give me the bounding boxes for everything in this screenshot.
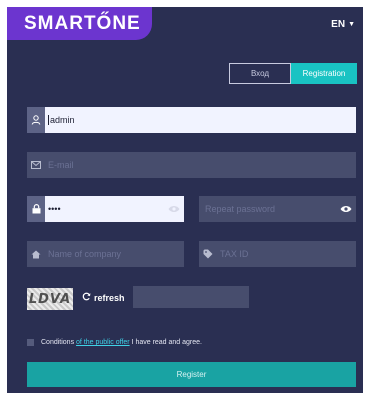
- captcha-refresh-button[interactable]: refresh: [82, 292, 125, 303]
- password-value: ••••: [48, 204, 61, 214]
- logo-container: SMARTŐNE: [7, 7, 152, 40]
- show-repeat-password-icon[interactable]: [336, 196, 356, 222]
- tax-id-placeholder: TAX ID: [220, 249, 249, 259]
- terms-checkbox[interactable]: [27, 339, 34, 346]
- home-icon: [27, 241, 45, 267]
- show-password-icon[interactable]: [164, 196, 184, 222]
- mail-icon: [27, 152, 45, 178]
- company-placeholder: Name of company: [48, 249, 122, 259]
- username-field[interactable]: admin: [27, 107, 356, 133]
- tax-id-field[interactable]: TAX ID: [199, 241, 356, 267]
- tag-icon: [199, 241, 217, 267]
- text-cursor: [48, 115, 49, 126]
- terms-prefix: Conditions: [41, 339, 77, 346]
- email-field[interactable]: E-mail: [27, 152, 356, 178]
- chevron-down-icon: ▼: [348, 21, 355, 28]
- email-placeholder: E-mail: [48, 160, 74, 170]
- captcha-input[interactable]: [133, 286, 249, 308]
- captcha-image: LDVA: [27, 288, 73, 310]
- lock-icon: [27, 196, 45, 222]
- language-selector[interactable]: EN ▼: [331, 19, 355, 30]
- tab-login[interactable]: Вход: [229, 63, 291, 84]
- password-field[interactable]: ••••: [27, 196, 184, 222]
- language-label: EN: [331, 19, 346, 30]
- registration-panel: SMARTŐNE EN ▼ Вход Registration admin E-…: [7, 7, 363, 393]
- refresh-icon: [82, 292, 91, 303]
- terms-text: Conditions of the public offer I have re…: [41, 339, 202, 346]
- terms-suffix: I have read and agree.: [129, 339, 202, 346]
- captcha-code: LDVA: [28, 291, 72, 307]
- logo: SMARTŐNE: [24, 13, 141, 34]
- register-button[interactable]: Register: [27, 362, 356, 387]
- user-icon: [27, 107, 45, 133]
- public-offer-link[interactable]: of the public offer: [76, 339, 130, 346]
- username-value: admin: [50, 114, 75, 125]
- company-field[interactable]: Name of company: [27, 241, 184, 267]
- refresh-label: refresh: [94, 292, 125, 303]
- tab-registration[interactable]: Registration: [291, 63, 357, 84]
- terms-row: Conditions of the public offer I have re…: [27, 339, 202, 346]
- repeat-password-field[interactable]: Repeat password: [199, 196, 356, 222]
- repeat-password-placeholder: Repeat password: [205, 204, 276, 214]
- auth-tabs: Вход Registration: [229, 63, 357, 84]
